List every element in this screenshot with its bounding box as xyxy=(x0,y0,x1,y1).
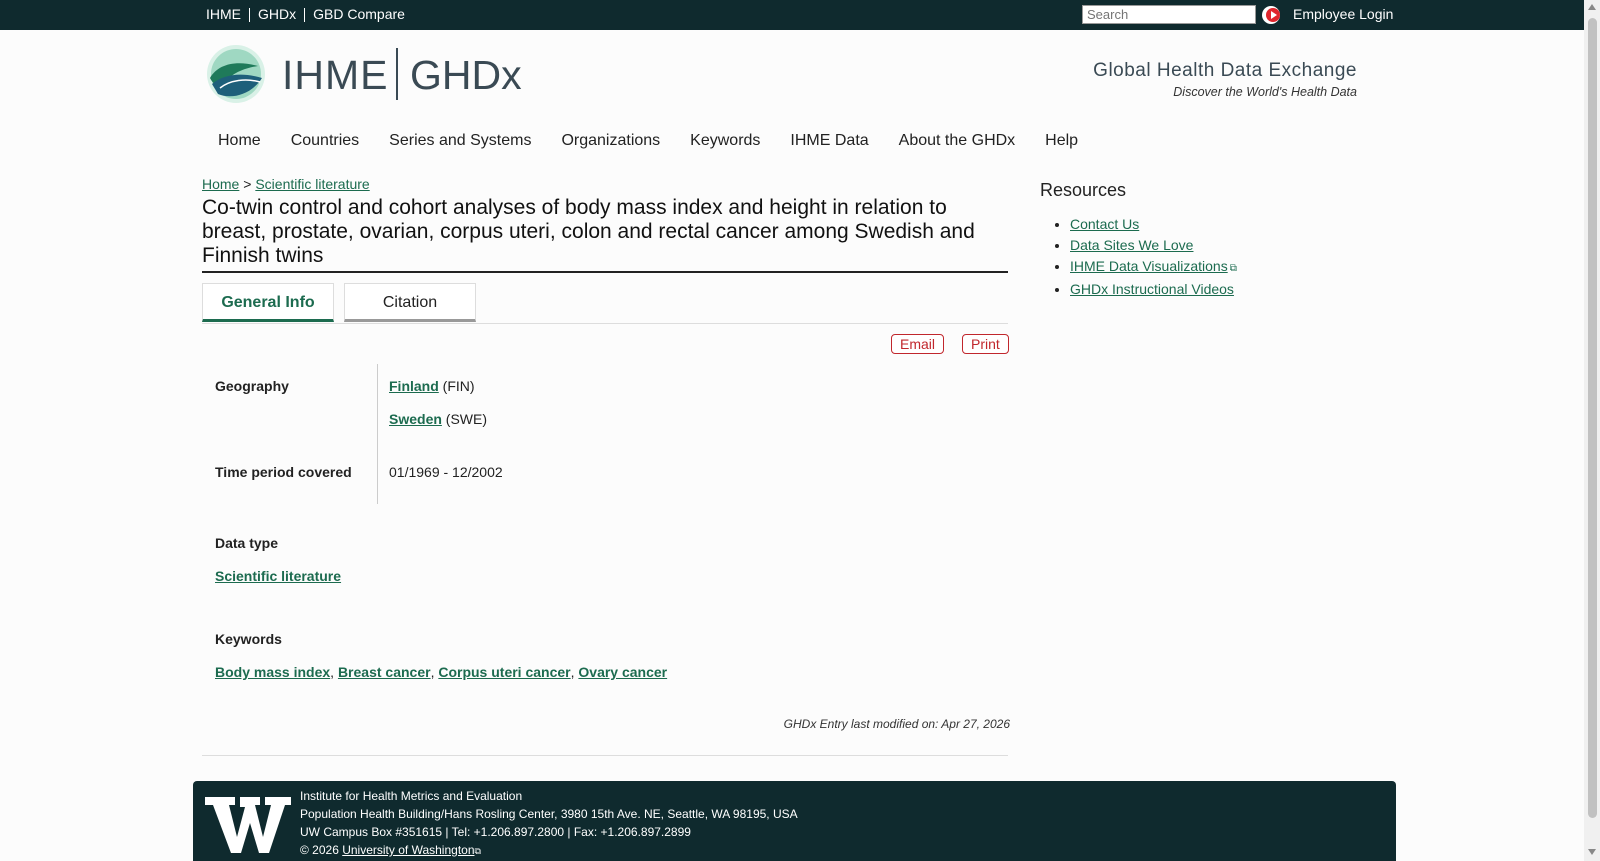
nav-about-the-ghdx[interactable]: About the GHDx xyxy=(899,132,1016,150)
geography-link-sweden[interactable]: Sweden xyxy=(389,411,442,427)
keyword-link[interactable]: Body mass index xyxy=(215,664,330,680)
footer-contact: UW Campus Box #351615 | Tel: +1.206.897.… xyxy=(300,825,691,839)
divider xyxy=(202,271,1008,273)
footer-org: Institute for Health Metrics and Evaluat… xyxy=(300,789,523,803)
nav-keywords[interactable]: Keywords xyxy=(690,132,760,150)
data-type-label: Data type xyxy=(215,535,279,551)
keywords-list: Body mass index, Breast cancer, Corpus u… xyxy=(215,664,668,680)
tagline-subtitle: Discover the World's Health Data xyxy=(1173,85,1357,99)
keyword-link[interactable]: Corpus uteri cancer xyxy=(438,664,570,680)
top-link-ghdx[interactable]: GHDx xyxy=(250,6,304,22)
geography-code: (SWE) xyxy=(445,411,488,427)
logo-ghdx-text: GHDx xyxy=(410,52,522,98)
breadcrumb-current[interactable]: Scientific literature xyxy=(255,176,369,192)
resources-heading: Resources xyxy=(1040,180,1127,200)
breadcrumb: Home > Scientific literature xyxy=(202,176,370,192)
footer-address: Institute for Health Metrics and Evaluat… xyxy=(300,787,798,860)
external-link-icon: ⧉ xyxy=(474,846,481,856)
geography-label: Geography xyxy=(215,378,289,394)
divider xyxy=(202,323,1008,324)
scrollbar[interactable] xyxy=(1584,0,1600,861)
uw-link[interactable]: University of Washington xyxy=(342,843,474,857)
geography-code: (FIN) xyxy=(442,378,475,394)
employee-login-link[interactable]: Employee Login xyxy=(1293,6,1393,22)
resource-link-contact-us[interactable]: Contact Us xyxy=(1070,216,1139,232)
resource-link-data-sites[interactable]: Data Sites We Love xyxy=(1070,237,1193,253)
time-period-value: 01/1969 - 12/2002 xyxy=(389,464,503,480)
last-modified-text: GHDx Entry last modified on: Apr 27, 202… xyxy=(783,717,1010,731)
scroll-down-icon[interactable] xyxy=(1588,849,1596,855)
page-title: Co-twin control and cohort analyses of b… xyxy=(202,196,975,267)
print-button[interactable]: Print xyxy=(962,334,1009,354)
nav-ihme-data[interactable]: IHME Data xyxy=(790,132,868,150)
keyword-link[interactable]: Ovary cancer xyxy=(578,664,667,680)
top-link-ihme[interactable]: IHME xyxy=(202,6,249,22)
scroll-thumb[interactable] xyxy=(1588,18,1597,818)
resource-link-videos[interactable]: GHDx Instructional Videos xyxy=(1070,281,1234,297)
logo-divider xyxy=(396,48,398,100)
top-link-gbd-compare[interactable]: GBD Compare xyxy=(305,6,413,22)
nav-organizations[interactable]: Organizations xyxy=(561,132,660,150)
breadcrumb-home[interactable]: Home xyxy=(202,176,239,192)
geography-item: Finland (FIN) xyxy=(389,378,475,394)
nav-home[interactable]: Home xyxy=(218,132,261,150)
external-link-icon: ⧉ xyxy=(1229,263,1237,274)
list-item: GHDx Instructional Videos xyxy=(1070,279,1237,300)
data-type-link[interactable]: Scientific literature xyxy=(215,568,341,584)
divider xyxy=(202,755,1008,756)
geography-link-finland[interactable]: Finland xyxy=(389,378,439,394)
tab-citation[interactable]: Citation xyxy=(344,283,476,322)
uw-logo-icon[interactable] xyxy=(205,795,291,855)
top-bar: IHME GHDx GBD Compare Employee Login xyxy=(0,0,1584,30)
list-item: Data Sites We Love xyxy=(1070,235,1237,256)
resource-link-ihme-viz[interactable]: IHME Data Visualizations xyxy=(1070,258,1228,274)
ihme-logo-icon[interactable] xyxy=(206,44,268,104)
nav-countries[interactable]: Countries xyxy=(291,132,359,150)
tab-general-info[interactable]: General Info xyxy=(202,283,334,322)
resources-list: Contact Us Data Sites We Love IHME Data … xyxy=(1040,214,1237,300)
site-tagline: Global Health Data Exchange Discover the… xyxy=(1093,60,1357,99)
search-input[interactable] xyxy=(1082,5,1256,24)
copyright-text: © 2026 xyxy=(300,843,339,857)
list-item: Contact Us xyxy=(1070,214,1237,235)
nav-series-and-systems[interactable]: Series and Systems xyxy=(389,132,531,150)
keyword-link[interactable]: Breast cancer xyxy=(338,664,431,680)
keywords-label: Keywords xyxy=(215,631,282,647)
time-period-label: Time period covered xyxy=(215,464,352,480)
footer-copyright: © 2026 University of Washington⧉ xyxy=(300,841,798,860)
footer-address-line: Population Health Building/Hans Rosling … xyxy=(300,807,798,821)
logo-ihme-text: IHME xyxy=(282,52,389,98)
main-nav: Home Countries Series and Systems Organi… xyxy=(218,132,1108,150)
data-type-value: Scientific literature xyxy=(215,568,341,584)
nav-help[interactable]: Help xyxy=(1045,132,1078,150)
email-button[interactable]: Email xyxy=(891,334,945,354)
divider xyxy=(377,364,378,504)
breadcrumb-separator: > xyxy=(243,176,252,192)
footer: Institute for Health Metrics and Evaluat… xyxy=(193,781,1396,861)
list-item: IHME Data Visualizations⧉ xyxy=(1070,256,1237,279)
tagline-title: Global Health Data Exchange xyxy=(1093,60,1357,81)
top-links: IHME GHDx GBD Compare xyxy=(202,6,413,22)
search-submit-icon[interactable] xyxy=(1262,6,1280,24)
geography-item: Sweden (SWE) xyxy=(389,411,487,427)
scroll-up-icon[interactable] xyxy=(1588,4,1596,10)
